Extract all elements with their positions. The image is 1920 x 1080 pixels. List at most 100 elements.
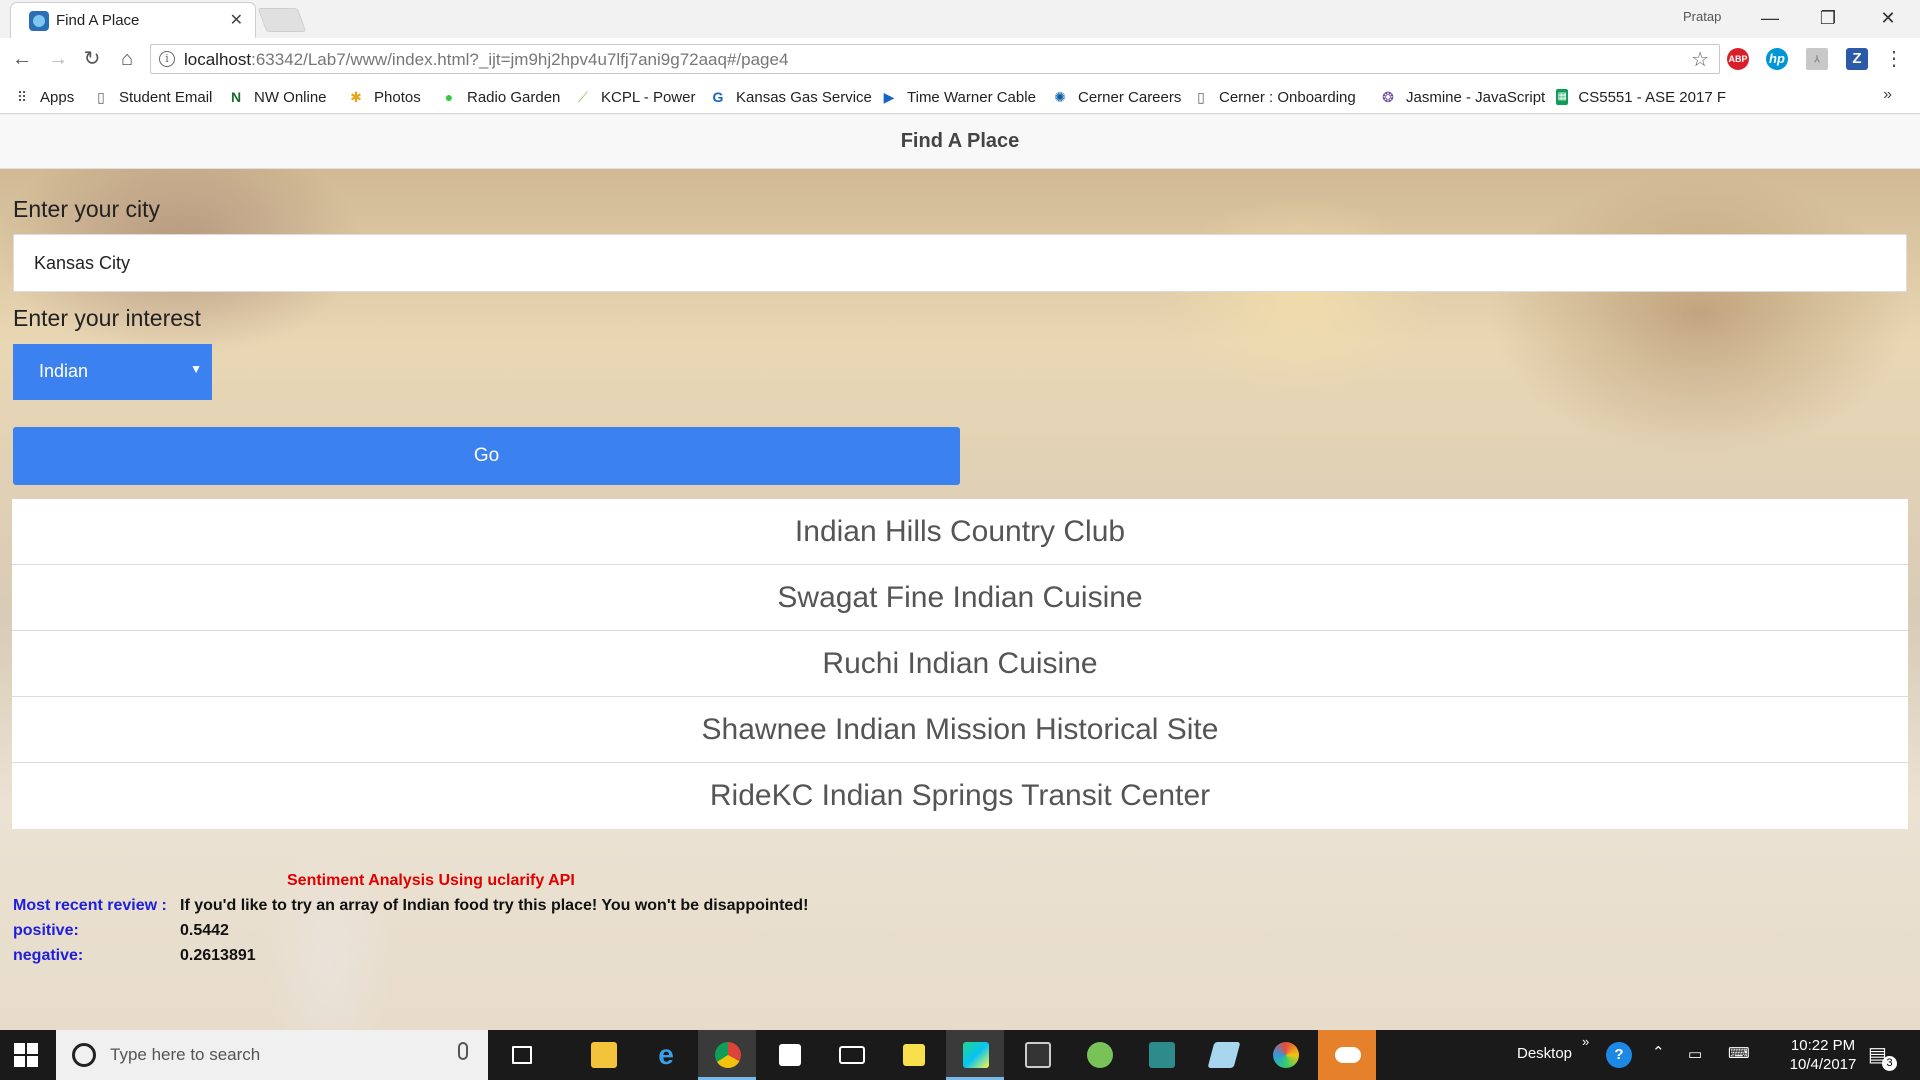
result-item[interactable]: RideKC Indian Springs Transit Center xyxy=(12,763,1908,829)
browser-toolbar: ← → ↻ ⌂ i localhost:63342/Lab7/www/index… xyxy=(0,38,1920,80)
bookmarks-bar: ⠿ Apps ▯ Student Email N NW Online ✱ Photos … xyxy=(0,80,1920,114)
restore-icon[interactable]: ❐ xyxy=(1808,4,1848,32)
address-bar[interactable]: i localhost:63342/Lab7/www/index.html?_i… xyxy=(150,44,1720,74)
bookmark-star-icon[interactable]: ☆ xyxy=(1691,47,1709,72)
back-icon[interactable]: ← xyxy=(9,46,35,72)
interest-select[interactable]: Indian ▼ xyxy=(13,344,212,400)
page-background: Find A Place Enter your city Enter your … xyxy=(0,115,1920,1030)
bookmark-jasmine[interactable]: ❂ Jasmine - JavaScript xyxy=(1380,86,1545,108)
edge-icon[interactable]: e xyxy=(636,1030,694,1080)
bookmark-cs5551[interactable]: ▦ CS5551 - ASE 2017 F xyxy=(1556,86,1726,108)
battery-icon[interactable]: ▭ xyxy=(1688,1045,1702,1063)
photos-pinwheel-icon: ✱ xyxy=(350,89,362,105)
cortana-icon[interactable] xyxy=(72,1043,96,1067)
positive-label: positive: xyxy=(13,922,79,939)
paper-icon[interactable] xyxy=(1194,1030,1252,1080)
interest-label: Enter your interest xyxy=(13,305,201,331)
browser-menu-icon[interactable]: ⋮ xyxy=(1884,46,1904,71)
webstorm-icon[interactable] xyxy=(946,1030,1004,1080)
notification-count-badge: 3 xyxy=(1882,1056,1897,1071)
bookmark-time-warner[interactable]: ▶ Time Warner Cable xyxy=(881,86,1036,108)
zotero-extension-icon[interactable]: Z xyxy=(1846,48,1868,70)
bookmarks-overflow-icon[interactable]: » xyxy=(1883,86,1892,104)
toolbar-overflow-icon[interactable]: » xyxy=(1582,1034,1589,1049)
bookmark-label: Cerner : Onboarding xyxy=(1219,88,1356,106)
browser-tab[interactable]: Find A Place ✕ xyxy=(10,2,256,38)
tab-favicon-icon xyxy=(29,11,49,31)
tab-title: Find A Place xyxy=(56,12,140,29)
positive-value: 0.5442 xyxy=(180,922,229,939)
help-icon[interactable]: ? xyxy=(1606,1042,1632,1068)
android-studio-icon[interactable] xyxy=(1070,1030,1128,1080)
forward-icon[interactable]: → xyxy=(45,46,71,72)
bookmark-photos[interactable]: ✱ Photos xyxy=(348,86,421,108)
bookmark-nw-online[interactable]: N NW Online xyxy=(228,86,327,108)
sticky-notes-icon[interactable] xyxy=(884,1030,942,1080)
windows-start-icon[interactable] xyxy=(14,1043,38,1067)
window-close-icon[interactable]: ✕ xyxy=(1868,4,1908,32)
pdf-extension-icon[interactable]: ⅄ xyxy=(1806,48,1828,70)
bookmark-cerner-onboarding[interactable]: ▯ Cerner : Onboarding xyxy=(1193,86,1356,108)
apps-grid-icon: ⠿ xyxy=(16,89,28,105)
mail-icon[interactable] xyxy=(822,1030,880,1080)
bookmark-label: Radio Garden xyxy=(467,88,561,106)
bookmark-kcpl[interactable]: ⟋ KCPL - Power xyxy=(575,86,695,108)
windows-taskbar: Type here to search e Desktop » ? ⌃ ▭ ⌨ … xyxy=(0,1030,1920,1080)
terminal-icon[interactable] xyxy=(1008,1030,1066,1080)
tray-expand-icon[interactable]: ⌃ xyxy=(1652,1043,1665,1061)
minimize-icon[interactable]: — xyxy=(1750,4,1790,32)
url-text: localhost:63342/Lab7/www/index.html?_ijt… xyxy=(184,50,788,70)
nw-icon: N xyxy=(230,89,242,105)
new-tab-button[interactable] xyxy=(257,8,307,32)
page-title: Find A Place xyxy=(900,130,1020,152)
result-item[interactable]: Swagat Fine Indian Cuisine xyxy=(12,565,1908,631)
home-icon[interactable]: ⌂ xyxy=(114,46,140,72)
bookmark-student-email[interactable]: ▯ Student Email xyxy=(93,86,212,108)
task-view-icon[interactable] xyxy=(492,1030,550,1080)
search-placeholder: Type here to search xyxy=(110,1045,261,1064)
city-input[interactable] xyxy=(13,234,1907,292)
result-item[interactable]: Ruchi Indian Cuisine xyxy=(12,631,1908,697)
bookmark-label: Jasmine - JavaScript xyxy=(1406,88,1546,106)
gas-service-icon: G xyxy=(712,89,724,105)
adblock-plus-icon[interactable]: ABP xyxy=(1727,48,1749,70)
bookmark-cerner-careers[interactable]: ✺ Cerner Careers xyxy=(1052,86,1181,108)
tab-close-icon[interactable]: ✕ xyxy=(230,10,243,30)
hp-extension-icon[interactable]: hp xyxy=(1766,48,1788,70)
go-button[interactable]: Go xyxy=(13,427,960,485)
browser-titlebar: Find A Place ✕ Pratap — ❐ ✕ xyxy=(0,0,1920,38)
dropdown-caret-icon: ▼ xyxy=(190,362,202,376)
keyboard-icon[interactable]: ⌨ xyxy=(1728,1044,1750,1062)
store-icon[interactable] xyxy=(760,1030,818,1080)
url-host: localhost xyxy=(184,50,252,69)
review-text: If you'd like to try an array of Indian … xyxy=(180,897,809,914)
negative-label: negative: xyxy=(13,947,84,964)
city-label: Enter your city xyxy=(13,196,160,222)
play-icon: ▶ xyxy=(883,89,895,105)
onedrive-icon[interactable] xyxy=(1318,1030,1376,1080)
clock-date: 10/4/2017 xyxy=(1789,1056,1857,1073)
microphone-icon[interactable] xyxy=(458,1042,468,1060)
interest-selected-value: Indian xyxy=(39,361,89,381)
result-item[interactable]: Indian Hills Country Club xyxy=(12,499,1908,565)
desktop-toolbar-label[interactable]: Desktop xyxy=(1517,1045,1572,1062)
kcpl-icon: ⟋ xyxy=(578,89,588,105)
site-info-icon[interactable]: i xyxy=(159,51,175,67)
paint-icon[interactable] xyxy=(1256,1030,1314,1080)
taskbar-clock[interactable]: 10:22 PM 10/4/2017 xyxy=(1768,1036,1878,1074)
file-explorer-icon[interactable] xyxy=(574,1030,632,1080)
result-item[interactable]: Shawnee Indian Mission Historical Site xyxy=(12,697,1908,763)
clock-time: 10:22 PM xyxy=(1790,1037,1856,1054)
bookmark-label: CS5551 - ASE 2017 F xyxy=(1578,88,1726,106)
bookmark-label: Kansas Gas Service xyxy=(736,88,872,106)
taskbar-search[interactable]: Type here to search xyxy=(56,1030,488,1080)
bookmark-apps[interactable]: ⠿ Apps xyxy=(14,86,74,108)
bookmark-label: Time Warner Cable xyxy=(907,88,1036,106)
reload-icon[interactable]: ↻ xyxy=(79,46,105,72)
bookmark-kansas-gas[interactable]: G Kansas Gas Service xyxy=(710,86,872,108)
presenter-icon[interactable] xyxy=(1132,1030,1190,1080)
bookmark-radio-garden[interactable]: ● Radio Garden xyxy=(441,86,561,108)
profile-name[interactable]: Pratap xyxy=(1683,9,1721,24)
bookmark-label: Student Email xyxy=(119,88,213,106)
chrome-icon[interactable] xyxy=(698,1030,756,1080)
